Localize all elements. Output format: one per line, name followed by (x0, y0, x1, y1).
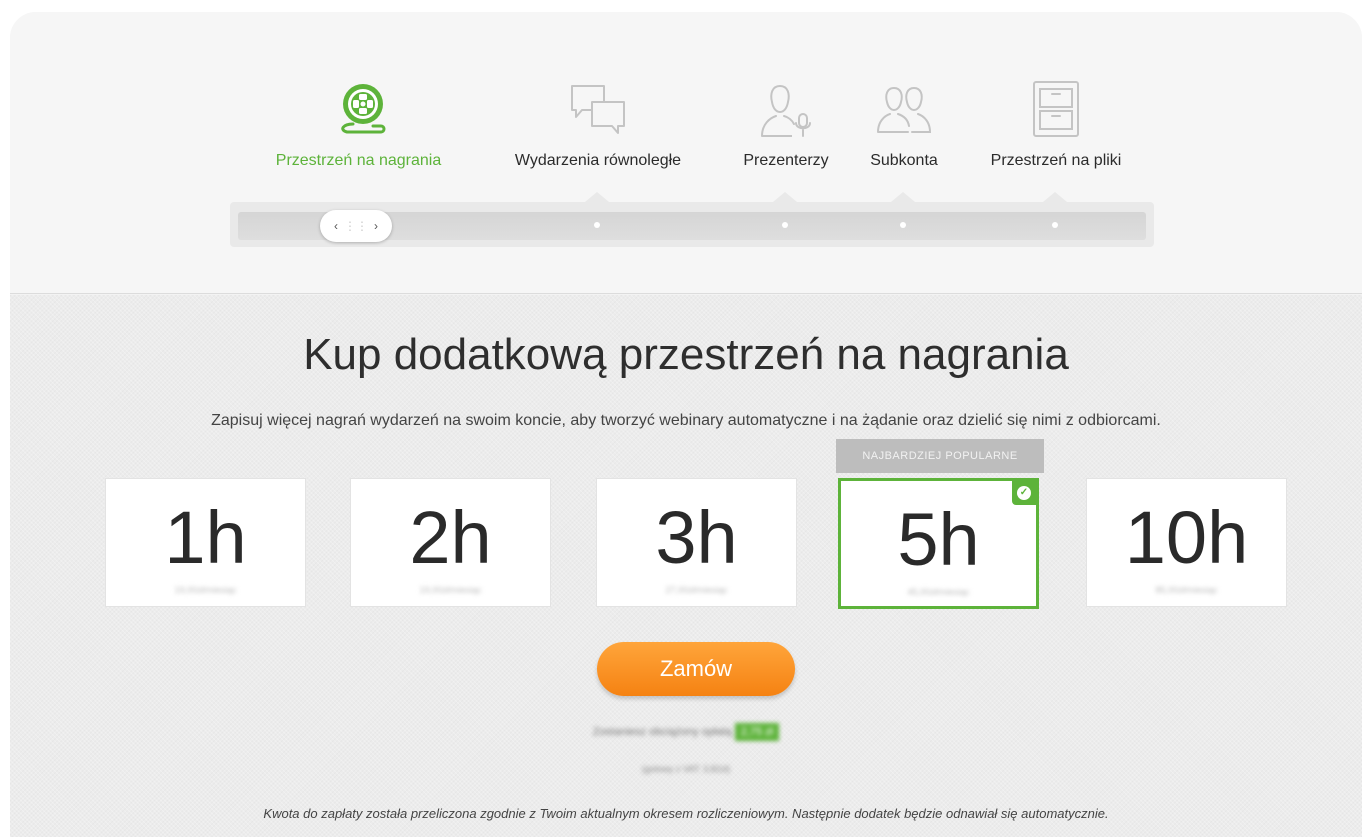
option-price: 45,00zł/miesiąc (907, 587, 970, 597)
tab-label: Prezenterzy (743, 152, 829, 169)
chevron-left-icon: ‹ (334, 219, 338, 233)
gross-note: (gotowy z VAT: 3,82zł) (641, 764, 731, 774)
chat-bubbles-icon (571, 85, 625, 134)
page-title: Kup dodatkową przestrzeń na nagrania (303, 330, 1069, 379)
option-price: 27,00zł/miesiąc (665, 585, 728, 595)
billing-footnote: Kwota do zapłaty została przeliczona zgo… (263, 806, 1109, 821)
slider-stop-dot[interactable] (900, 222, 906, 228)
option-hours: 3h (655, 496, 738, 579)
selected-check-icon: ✓ (1012, 481, 1036, 505)
slider-stop-dot[interactable] (594, 222, 600, 228)
option-10h[interactable]: 10h 85,00zł/miesiąc (1086, 478, 1287, 607)
page-subtitle: Zapisuj więcej nagrań wydarzeń na swoim … (211, 412, 1161, 429)
tab-label: Przestrzeń na pliki (990, 152, 1122, 169)
option-1h[interactable]: 1h 19,00zł/miesiąc (105, 478, 306, 607)
users-icon (877, 86, 932, 133)
tab-label: Subkonta (870, 152, 938, 169)
pricing-card: Przestrzeń na nagrania Wydarzenia równol… (10, 12, 1362, 837)
option-2h[interactable]: 2h 19,00zł/miesiąc (350, 478, 551, 607)
option-price: 85,00zł/miesiąc (1155, 585, 1218, 595)
option-hours: 10h (1124, 496, 1249, 579)
option-price: 19,00zł/miesiąc (174, 585, 237, 595)
option-hours: 2h (409, 496, 492, 579)
tab-label: Przestrzeń na nagrania (275, 152, 442, 169)
presenter-mic-icon (761, 84, 811, 137)
option-5h[interactable]: ✓ 5h 45,00zł/miesiąc (838, 478, 1039, 609)
slider-notch (891, 192, 915, 202)
most-popular-badge: NAJBARDZIEJ POPULARNE (836, 439, 1044, 473)
option-hours: 1h (164, 496, 247, 579)
option-hours: 5h (897, 498, 980, 581)
slider-stop-dot[interactable] (782, 222, 788, 228)
grip-icon: ⋮⋮ (344, 219, 368, 233)
option-price: 19,00zł/miesiąc (419, 585, 482, 595)
file-cabinet-icon (1033, 81, 1079, 137)
tab-slider-track[interactable]: ‹ ⋮⋮ › (230, 192, 1154, 247)
slider-stop-dot[interactable] (1052, 222, 1058, 228)
slider-notch (585, 192, 609, 202)
option-3h[interactable]: 3h 27,00zł/miesiąc (596, 478, 797, 607)
film-reel-icon (340, 84, 385, 134)
charge-text: Zostaniesz obciążony opłatą (592, 726, 732, 738)
slider-handle[interactable]: ‹ ⋮⋮ › (320, 210, 392, 242)
charge-summary: Zostaniesz obciążony opłatą 2,75 zł (10, 723, 1362, 741)
feature-tabs-panel: Przestrzeń na nagrania Wydarzenia równol… (10, 12, 1362, 294)
order-button[interactable]: Zamów (597, 642, 795, 696)
tab-label: Wydarzenia równoległe (514, 152, 682, 169)
charge-amount: 2,75 zł (734, 723, 780, 741)
chevron-right-icon: › (374, 219, 378, 233)
slider-notch (773, 192, 797, 202)
slider-notch (1043, 192, 1067, 202)
